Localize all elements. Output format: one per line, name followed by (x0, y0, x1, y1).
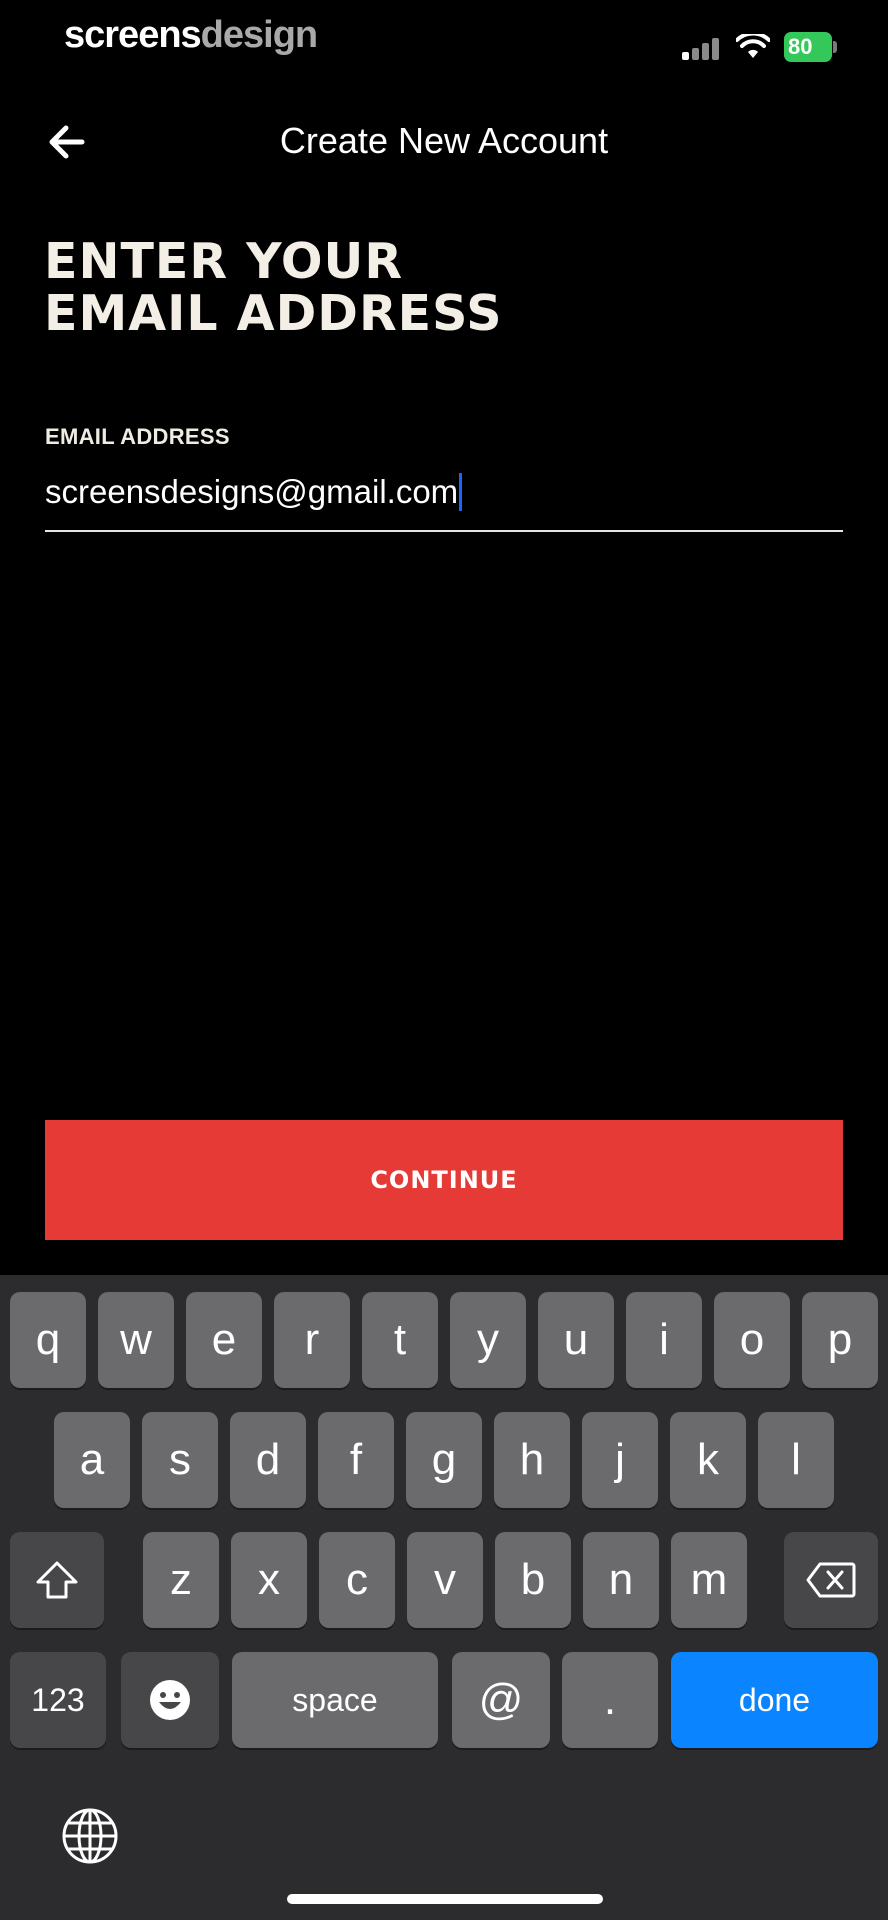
space-key[interactable]: space (232, 1652, 438, 1748)
email-label: EMAIL ADDRESS (45, 424, 230, 449)
key-c[interactable]: c (319, 1532, 395, 1628)
key-i[interactable]: i (626, 1292, 702, 1388)
text-caret (459, 473, 463, 511)
key-f[interactable]: f (318, 1412, 394, 1508)
heading-line-1: ENTER YOUR (44, 233, 404, 290)
battery-cap (833, 41, 837, 53)
watermark-part1: screens (64, 14, 202, 56)
wifi-icon (736, 34, 770, 58)
email-value-wrap: screensdesigns@gmail.com (45, 470, 463, 514)
done-key[interactable]: done (671, 1652, 878, 1748)
page-heading: ENTER YOUR EMAIL ADDRESS (44, 236, 503, 340)
email-value: screensdesigns@gmail.com (45, 473, 459, 510)
continue-label: CONTINUE (370, 1166, 518, 1194)
watermark-part2: design (200, 14, 318, 56)
dot-key[interactable]: . (562, 1652, 658, 1748)
globe-button[interactable] (60, 1806, 120, 1866)
key-x[interactable]: x (231, 1532, 307, 1628)
key-m[interactable]: m (671, 1532, 747, 1628)
key-v[interactable]: v (407, 1532, 483, 1628)
shift-icon (36, 1561, 78, 1599)
key-h[interactable]: h (494, 1412, 570, 1508)
emoji-key[interactable] (121, 1652, 219, 1748)
key-u[interactable]: u (538, 1292, 614, 1388)
key-q[interactable]: q (10, 1292, 86, 1388)
key-y[interactable]: y (450, 1292, 526, 1388)
key-w[interactable]: w (98, 1292, 174, 1388)
key-l[interactable]: l (758, 1412, 834, 1508)
key-j[interactable]: j (582, 1412, 658, 1508)
globe-icon (62, 1808, 118, 1864)
key-e[interactable]: e (186, 1292, 262, 1388)
backspace-icon (806, 1562, 856, 1598)
continue-button[interactable]: CONTINUE (45, 1120, 843, 1240)
key-n[interactable]: n (583, 1532, 659, 1628)
signal-icon (682, 38, 719, 60)
heading-line-2: EMAIL ADDRESS (44, 285, 503, 342)
key-p[interactable]: p (802, 1292, 878, 1388)
key-g[interactable]: g (406, 1412, 482, 1508)
battery-percent: 80 (784, 32, 832, 62)
key-k[interactable]: k (670, 1412, 746, 1508)
emoji-icon (150, 1680, 190, 1720)
numbers-key[interactable]: 123 (10, 1652, 106, 1748)
email-input[interactable]: screensdesigns@gmail.com (45, 470, 843, 532)
shift-key[interactable] (10, 1532, 104, 1628)
key-t[interactable]: t (362, 1292, 438, 1388)
key-a[interactable]: a (54, 1412, 130, 1508)
key-r[interactable]: r (274, 1292, 350, 1388)
screensdesign-watermark: screensdesign (64, 14, 318, 57)
key-o[interactable]: o (714, 1292, 790, 1388)
key-b[interactable]: b (495, 1532, 571, 1628)
key-s[interactable]: s (142, 1412, 218, 1508)
key-d[interactable]: d (230, 1412, 306, 1508)
nav-title: Create New Account (279, 120, 609, 161)
key-z[interactable]: z (143, 1532, 219, 1628)
backspace-key[interactable] (784, 1532, 878, 1628)
battery-icon: 80 (784, 32, 838, 62)
at-key[interactable]: @ (452, 1652, 550, 1748)
home-indicator (287, 1894, 603, 1904)
